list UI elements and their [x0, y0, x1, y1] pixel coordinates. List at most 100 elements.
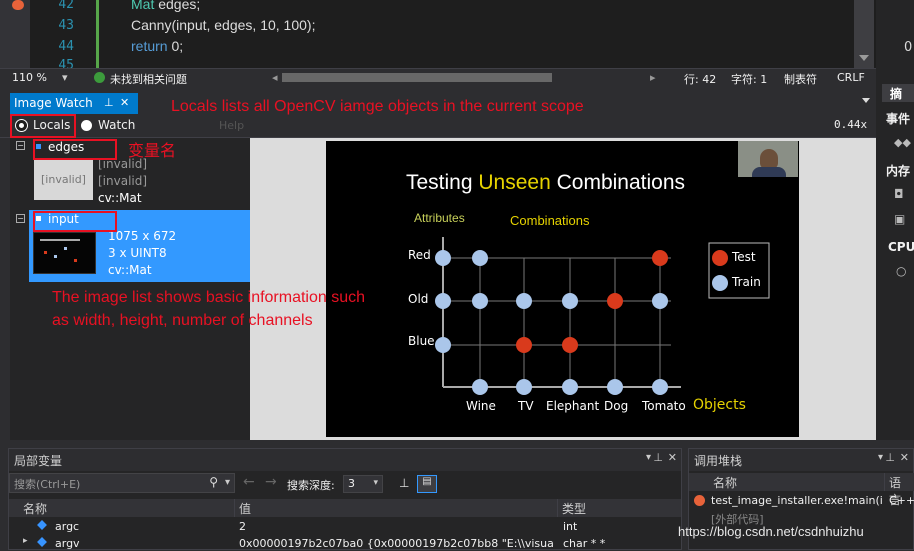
camera-icon[interactable]: ◘	[894, 187, 904, 201]
watch-radio[interactable]	[81, 120, 92, 131]
edges-highlight-box	[33, 139, 117, 160]
window-menu-icon[interactable]	[862, 98, 870, 103]
depth-select[interactable]: 3 ▾	[343, 475, 383, 493]
scroll-left-icon[interactable]: ◂	[272, 71, 278, 84]
item-type: cv::Mat	[108, 263, 152, 277]
dot-axis-dog	[607, 379, 623, 395]
panel-menu-icon[interactable]: ▾	[878, 452, 883, 463]
memory-icon[interactable]: ▣	[894, 212, 905, 226]
line-number: 45	[58, 58, 74, 68]
right-pane-memory[interactable]: 内存	[886, 162, 910, 179]
col-header-name-text: 名称	[23, 502, 48, 516]
line-ending[interactable]: CRLF	[837, 71, 865, 84]
right-pane-cpu[interactable]: CPU	[888, 240, 914, 254]
col-label-dog: Dog	[604, 399, 629, 413]
item-thumbnail	[33, 232, 96, 274]
horizontal-scrollbar[interactable]	[282, 73, 552, 82]
col-header-type-text: 类型	[562, 502, 587, 516]
check-icon	[94, 72, 105, 83]
variable-icon	[37, 537, 47, 547]
dot-blue-axis	[435, 337, 451, 353]
help-label[interactable]: Help	[219, 119, 244, 132]
col-label-wine: Wine	[466, 399, 496, 413]
search-input[interactable]: 搜索(Ctrl+E)	[14, 476, 80, 492]
collapse-icon[interactable]: −	[16, 214, 25, 223]
spacer	[0, 86, 876, 93]
dot-old-tomato	[652, 293, 668, 309]
dot-old-tv	[516, 293, 532, 309]
issues-status[interactable]: 未找到相关问题	[110, 71, 187, 87]
dot-blue-elephant	[562, 337, 578, 353]
close-icon[interactable]: ✕	[668, 451, 677, 464]
events-icon[interactable]: ◆◆	[894, 136, 911, 149]
close-icon[interactable]: ✕	[900, 451, 909, 464]
back-arrow-icon[interactable]: ←	[243, 474, 255, 490]
dot-axis-tv	[516, 379, 532, 395]
right-pane-tab[interactable]: 摘	[882, 84, 914, 102]
row-label-old: Old	[408, 292, 429, 306]
dot-axis-tomato	[652, 379, 668, 395]
item-channels: 3 x UINT8	[108, 246, 167, 260]
close-icon[interactable]: ✕	[120, 96, 129, 109]
indent-mode[interactable]: 制表符	[784, 71, 817, 87]
pin-icon[interactable]: ⊥	[885, 451, 895, 464]
dot-red-wine	[472, 250, 488, 266]
var-value[interactable]: 2	[239, 520, 554, 533]
hex-display-icon[interactable]: ▤	[417, 475, 437, 493]
col-header-name[interactable]: 名称	[689, 473, 885, 491]
panel-menu-icon[interactable]: ▾	[646, 452, 651, 463]
item-thumbnail: [invalid]	[34, 160, 93, 200]
col-header-type[interactable]: 类型	[558, 499, 682, 517]
line-number: 42	[58, 0, 74, 12]
locals-search-box[interactable]: 搜索(Ctrl+E) ⚲ ▾	[9, 473, 235, 493]
dot-old-wine	[472, 293, 488, 309]
depth-dropdown-icon: ▾	[373, 478, 378, 488]
table-row[interactable]: argc 2 int	[9, 519, 682, 536]
pin-variables-icon[interactable]: ⊥	[399, 476, 409, 490]
col-header-name-text: 名称	[713, 476, 738, 490]
right-pane-events[interactable]: 事件	[886, 110, 910, 127]
image-canvas[interactable]: Testing Unseen Combinations Attributes C…	[326, 141, 799, 437]
row-label-red: Red	[408, 248, 431, 262]
breakpoint-icon[interactable]	[12, 0, 24, 10]
expand-icon[interactable]: ▸	[23, 536, 28, 546]
code-line-43[interactable]: Canny(input, edges, 10, 100);	[131, 17, 315, 33]
zoom-dropdown-icon[interactable]: ▾	[62, 71, 68, 84]
code-editor[interactable]: 42 43 44 45 Mat edges; Canny(input, edge…	[0, 0, 876, 68]
search-icon[interactable]: ⚲	[209, 475, 218, 489]
editor-vertical-scrollbar[interactable]	[854, 0, 874, 68]
watch-label[interactable]: Watch	[98, 118, 135, 132]
legend-train-marker	[712, 275, 728, 291]
frame-name: test_image_installer.exe!main(i...	[711, 494, 883, 507]
var-value[interactable]: 0x00000197b2c07ba0 {0x00000197b2c07bb8 "…	[239, 537, 554, 550]
table-row[interactable]: test_image_installer.exe!main(i... C++	[689, 493, 914, 510]
pin-icon[interactable]: ⊥	[104, 96, 114, 109]
list-annotation: The image list shows basic information s…	[52, 286, 365, 332]
scroll-right-icon[interactable]: ▸	[650, 71, 656, 84]
col-header-name[interactable]: 名称	[9, 499, 235, 517]
cursor-char: 字符: 1	[731, 73, 768, 86]
right-tool-pane: 0 摘 事件 ◆◆ 内存 ◘ ▣ CPU ○	[876, 0, 914, 440]
table-row[interactable]: ▸ argv 0x00000197b2c07ba0 {0x00000197b2c…	[9, 536, 682, 551]
code-keyword: return	[131, 38, 168, 54]
scroll-down-icon[interactable]	[859, 55, 869, 61]
collapse-icon[interactable]: −	[16, 141, 25, 150]
legend-test-label: Test	[732, 250, 756, 264]
search-dropdown-icon[interactable]: ▾	[225, 477, 230, 488]
current-frame-icon	[694, 495, 705, 506]
code-line-42[interactable]: Mat edges;	[131, 0, 200, 12]
col-header-value[interactable]: 值	[235, 499, 558, 517]
code-line-44[interactable]: return 0;	[131, 38, 183, 54]
pin-icon[interactable]: ⊥	[653, 451, 663, 464]
combinations-diagram	[435, 237, 770, 395]
objects-label: Objects	[693, 397, 746, 413]
forward-arrow-icon[interactable]: →	[265, 474, 277, 490]
frame-lang: C++	[889, 494, 914, 507]
col-label-tomato: Tomato	[642, 399, 686, 413]
zoom-level[interactable]: 110 %	[12, 71, 47, 84]
image-watch-tab-label: Image Watch	[14, 96, 93, 110]
code-text: 0;	[167, 38, 184, 54]
record-icon[interactable]: ○	[896, 264, 906, 278]
image-watch-tab[interactable]: Image Watch ⊥ ✕	[10, 93, 138, 114]
col-header-lang[interactable]: 语言	[885, 473, 914, 507]
